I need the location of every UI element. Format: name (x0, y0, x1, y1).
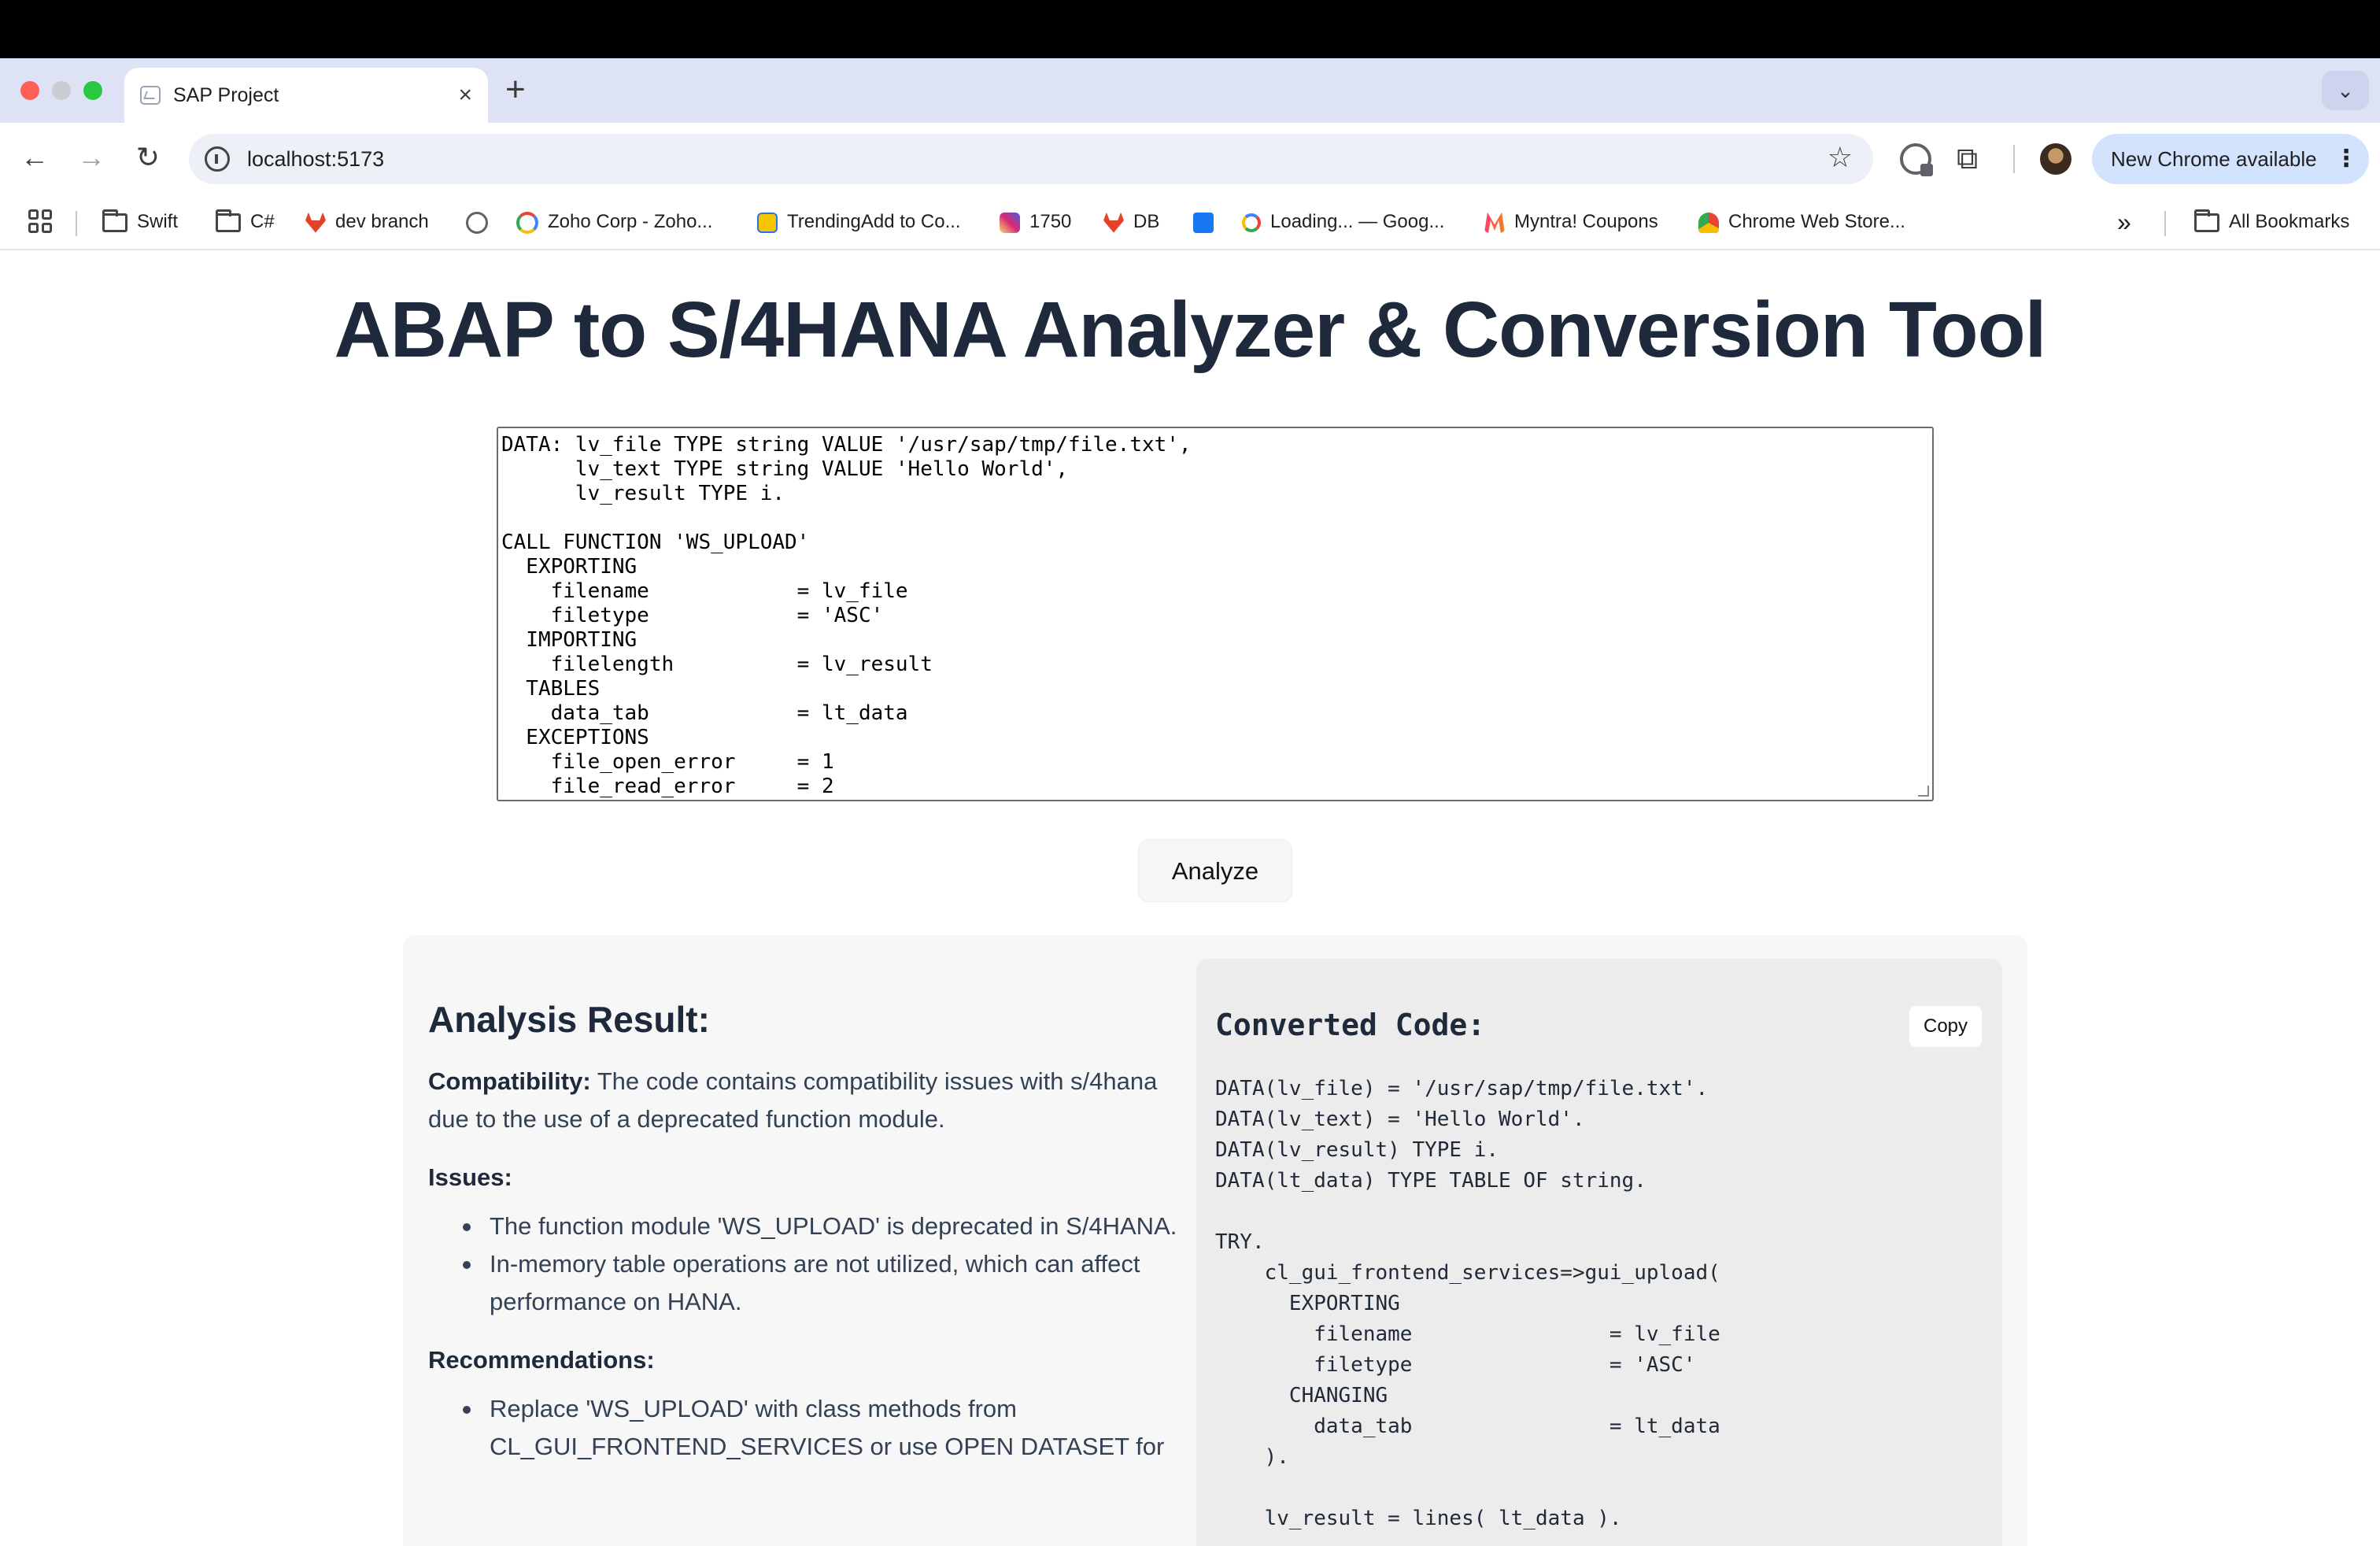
list-item: Replace 'WS_UPLOAD' with class methods f… (456, 1390, 1199, 1466)
zoho-icon (516, 211, 538, 234)
folder-icon (102, 209, 128, 232)
back-button[interactable]: ← (17, 140, 52, 175)
bookmark-label: C# (250, 211, 275, 232)
close-window-button[interactable] (20, 81, 39, 100)
bookmark-csharp[interactable]: C# (216, 206, 275, 238)
maximize-window-button[interactable] (83, 81, 102, 100)
bookmark-db[interactable]: DB (1103, 206, 1159, 238)
analysis-result-section: Analysis Result: Compatibility: The code… (428, 990, 1199, 1466)
flipkart-icon (757, 212, 778, 233)
bookmark-star-icon[interactable]: ☆ (1828, 140, 1853, 175)
bookmark-label: TrendingAdd to Co... (787, 211, 961, 232)
gitlab-icon (1103, 212, 1124, 233)
instagram-icon (1000, 212, 1020, 233)
profile-avatar[interactable] (2040, 143, 2071, 175)
bookmark-label: DB (1133, 211, 1160, 232)
bookmark-chrome-web-store[interactable]: Chrome Web Store... (1698, 206, 1905, 238)
bookmark-swift[interactable]: Swift (102, 206, 178, 238)
tab-close-icon[interactable]: × (458, 80, 472, 110)
tab-sap-project[interactable]: SAP Project × (124, 68, 488, 123)
tab-title: SAP Project (173, 84, 279, 106)
update-label: New Chrome available (2111, 147, 2317, 171)
bookmarks-divider (76, 211, 77, 236)
compatibility-label: Compatibility: (428, 1067, 591, 1095)
bookmark-globe[interactable] (466, 206, 497, 238)
bookmark-label: Myntra! Coupons (1514, 211, 1658, 232)
address-bar[interactable]: localhost:5173 ☆ (189, 134, 1873, 184)
issues-list: The function module 'WS_UPLOAD' is depre… (428, 1208, 1199, 1321)
bookmark-label: 1750 (1029, 211, 1072, 232)
bookmark-label: dev branch (335, 211, 429, 232)
tab-search-button[interactable]: ⌄ (2322, 71, 2369, 110)
myntra-icon (1484, 212, 1505, 233)
new-chrome-available-button[interactable]: New Chrome available ⋮ (2092, 134, 2369, 184)
copy-button[interactable]: Copy (1909, 1006, 1982, 1047)
minimize-window-button[interactable] (52, 81, 71, 100)
converted-code-text: DATA(lv_file) = '/usr/sap/tmp/file.txt'.… (1215, 1077, 1720, 1530)
forward-button[interactable]: → (74, 140, 109, 175)
facebook-icon (1193, 212, 1214, 233)
url-text[interactable]: localhost:5173 (247, 142, 384, 176)
reload-button[interactable]: ↻ (131, 140, 165, 175)
bookmark-1750[interactable]: 1750 (1000, 206, 1071, 238)
google-icon (1242, 213, 1261, 232)
more-menu-icon[interactable]: ⋮ (2334, 142, 2358, 176)
new-tab-button[interactable]: + (505, 71, 526, 109)
folder-icon (216, 209, 241, 232)
bookmark-label: Zoho Corp - Zoho... (548, 211, 713, 232)
bookmark-label: Swift (137, 211, 179, 232)
recommendations-list: Replace 'WS_UPLOAD' with class methods f… (428, 1390, 1199, 1466)
bookmark-label: Loading... — Goog... (1270, 211, 1445, 232)
site-info-icon[interactable] (205, 146, 230, 172)
analyze-button[interactable]: Analyze (1138, 839, 1292, 902)
bookmark-label: All Bookmarks (2229, 211, 2350, 232)
compatibility-paragraph: Compatibility: The code contains compati… (428, 1063, 1199, 1138)
all-bookmarks-button[interactable]: All Bookmarks (2194, 206, 2349, 238)
bookmark-google-loading[interactable]: Loading... — Goog... (1242, 206, 1444, 238)
more-bookmarks-chevron-icon[interactable]: » (2117, 206, 2131, 238)
bookmark-facebook[interactable] (1193, 206, 1223, 238)
gitlab-icon (305, 212, 326, 233)
bookmark-label: Chrome Web Store... (1728, 211, 1905, 232)
bookmark-trending[interactable]: TrendingAdd to Co... (757, 206, 961, 238)
bookmark-myntra[interactable]: Myntra! Coupons (1484, 206, 1658, 238)
bookmark-zoho[interactable]: Zoho Corp - Zoho... (516, 206, 712, 238)
bookmarks-divider (2164, 211, 2166, 236)
webstore-icon (1698, 212, 1719, 233)
list-item: The function module 'WS_UPLOAD' is depre… (456, 1208, 1199, 1245)
page-title: ABAP to S/4HANA Analyzer & Conversion To… (334, 286, 2047, 374)
abap-code-text[interactable]: DATA: lv_file TYPE string VALUE '/usr/sa… (498, 428, 1932, 800)
recommendations-label: Recommendations: (428, 1346, 655, 1374)
extensions-puzzle-icon[interactable]: ⧉ (1957, 142, 1978, 176)
screen-top-bar (0, 0, 2380, 58)
list-item: In-memory table operations are not utili… (456, 1245, 1199, 1321)
globe-icon (466, 211, 488, 234)
resize-handle-icon[interactable] (1918, 786, 1929, 797)
converted-code-heading: Converted Code: (1215, 1008, 1486, 1042)
bookmark-dev-branch[interactable]: dev branch (305, 206, 429, 238)
page-favicon-icon (140, 86, 161, 105)
analysis-heading: Analysis Result: (428, 999, 710, 1040)
issues-label: Issues: (428, 1163, 512, 1191)
apps-grid-icon[interactable] (28, 209, 52, 233)
abap-code-textarea[interactable]: DATA: lv_file TYPE string VALUE '/usr/sa… (497, 427, 1934, 801)
extension-icon[interactable] (1900, 143, 1933, 176)
toolbar-divider (2013, 145, 2015, 173)
folder-icon (2194, 209, 2219, 232)
